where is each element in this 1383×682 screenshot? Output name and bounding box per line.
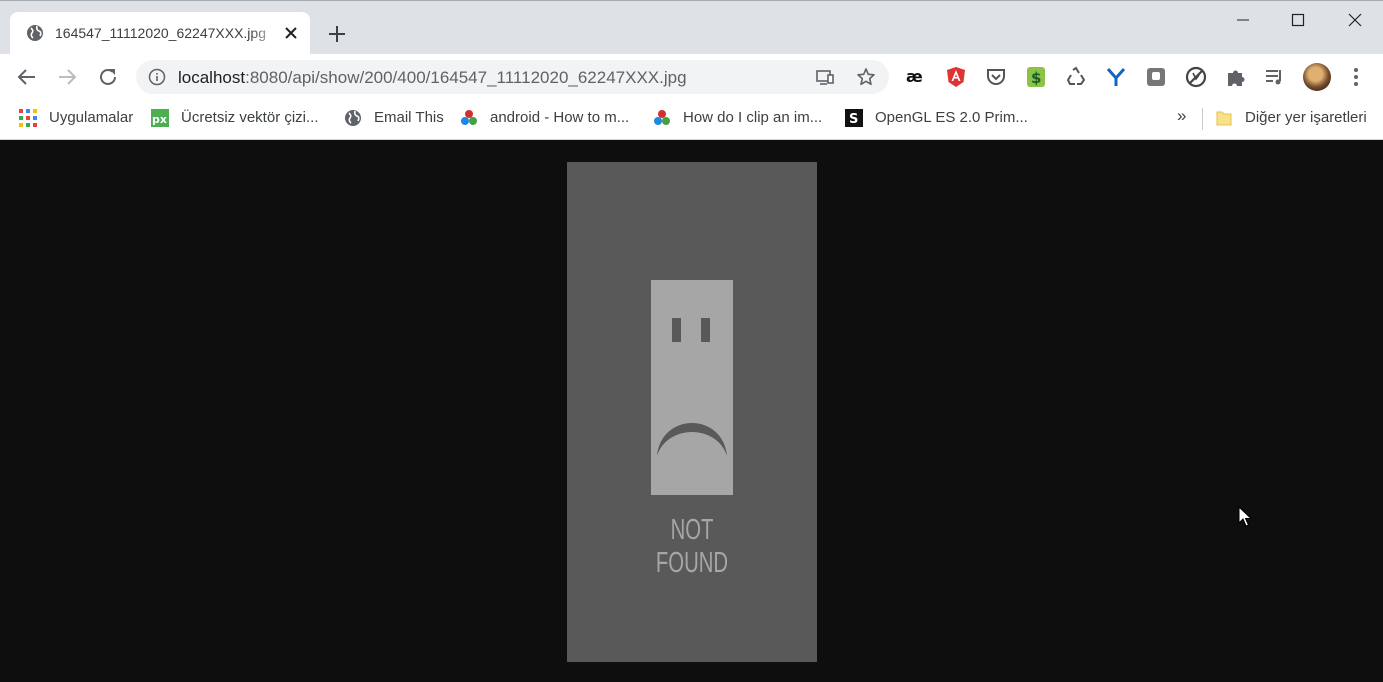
ae-extension-icon[interactable]: æ	[905, 66, 927, 88]
page-content: NOT FOUND	[0, 140, 1383, 682]
address-bar[interactable]: localhost:8080/api/show/200/400/164547_1…	[136, 60, 889, 94]
bookmark-pixlr[interactable]: px Ücretsiz vektör çizi...	[151, 107, 321, 129]
bookmark-apps[interactable]: Uygulamalar	[19, 107, 139, 129]
bookmark-label: OpenGL ES 2.0 Prim...	[875, 109, 1028, 126]
puzzle-icon[interactable]	[1225, 66, 1247, 88]
recycle-icon[interactable]	[1065, 66, 1087, 88]
pixlr-icon: px	[151, 109, 169, 127]
back-arrow-icon[interactable]	[15, 65, 39, 89]
left-eye	[672, 318, 681, 342]
bookmark-android[interactable]: android - How to m...	[460, 107, 638, 129]
url-host: localhost	[178, 68, 246, 87]
reload-icon[interactable]	[96, 65, 120, 89]
bookmarks-overflow-button[interactable]: »	[1177, 106, 1186, 126]
star-icon[interactable]	[856, 67, 876, 87]
bookmark-email-this[interactable]: Email This	[344, 107, 444, 129]
svg-text:px: px	[152, 113, 167, 126]
not-found-image[interactable]: NOT FOUND	[567, 162, 817, 662]
browser-chrome: 164547_11112020_62247XXX.jpg localhost:8…	[0, 0, 1383, 140]
cubes-icon	[461, 110, 477, 125]
other-bookmarks[interactable]: Diğer yer işaretleri	[1215, 107, 1375, 129]
url-text[interactable]: localhost:8080/api/show/200/400/164547_1…	[178, 68, 687, 88]
screenshot-extension-icon[interactable]	[1145, 66, 1167, 88]
not-found-text: NOT FOUND	[655, 514, 729, 579]
cubes-icon	[654, 110, 670, 125]
new-tab-button[interactable]	[326, 23, 348, 45]
bookmark-label: Email This	[374, 109, 444, 126]
cast-icon[interactable]	[815, 67, 835, 87]
maximize-icon[interactable]	[1283, 8, 1313, 32]
svg-text:æ: æ	[906, 67, 923, 86]
bookmark-label: Diğer yer işaretleri	[1245, 109, 1367, 126]
minimize-icon[interactable]	[1228, 8, 1258, 32]
forward-arrow-icon[interactable]	[55, 65, 79, 89]
svg-text:$: $	[1031, 69, 1041, 87]
s-icon: S	[845, 109, 863, 127]
frown-mouth	[657, 423, 727, 456]
bookmarks-separator	[1202, 108, 1203, 130]
bookmark-label: Uygulamalar	[49, 109, 134, 126]
tab-strip: 164547_11112020_62247XXX.jpg	[0, 0, 1383, 55]
ban-extension-icon[interactable]	[1185, 66, 1207, 88]
tab-title-fade	[250, 22, 282, 44]
right-eye	[701, 318, 710, 342]
media-control-icon[interactable]	[1264, 66, 1286, 88]
folder-icon	[1216, 111, 1232, 126]
globe-icon	[345, 110, 361, 126]
tab-active[interactable]: 164547_11112020_62247XXX.jpg	[10, 12, 310, 55]
globe-icon	[27, 25, 43, 41]
sad-face-icon	[651, 280, 733, 495]
tab-title: 164547_11112020_62247XXX.jpg	[55, 25, 266, 41]
apps-grid-icon	[19, 109, 37, 127]
info-icon[interactable]	[148, 68, 166, 86]
toolbar: localhost:8080/api/show/200/400/164547_1…	[0, 54, 1383, 100]
url-path: :8080/api/show/200/400/164547_11112020_6…	[245, 68, 687, 87]
avatar[interactable]	[1303, 63, 1331, 91]
y-extension-icon[interactable]	[1105, 66, 1127, 88]
close-window-icon[interactable]	[1340, 8, 1370, 32]
dollar-extension-icon[interactable]: $	[1025, 66, 1047, 88]
bookmark-label: android - How to m...	[490, 109, 630, 126]
bookmarks-bar: Uygulamalar px Ücretsiz vektör çizi... E…	[0, 100, 1383, 140]
bookmark-label: Ücretsiz vektör çizi...	[181, 109, 319, 126]
close-icon[interactable]	[282, 24, 300, 42]
kebab-menu-icon[interactable]	[1345, 66, 1367, 88]
pocket-icon[interactable]	[985, 66, 1007, 88]
angular-extension-icon[interactable]	[945, 66, 967, 88]
svg-text:S: S	[849, 112, 858, 127]
bookmark-opengl[interactable]: S OpenGL ES 2.0 Prim...	[845, 107, 1028, 129]
bookmark-clip-image[interactable]: How do I clip an im...	[653, 107, 828, 129]
mouse-cursor-icon	[1238, 506, 1252, 527]
bookmark-label: How do I clip an im...	[683, 109, 823, 126]
